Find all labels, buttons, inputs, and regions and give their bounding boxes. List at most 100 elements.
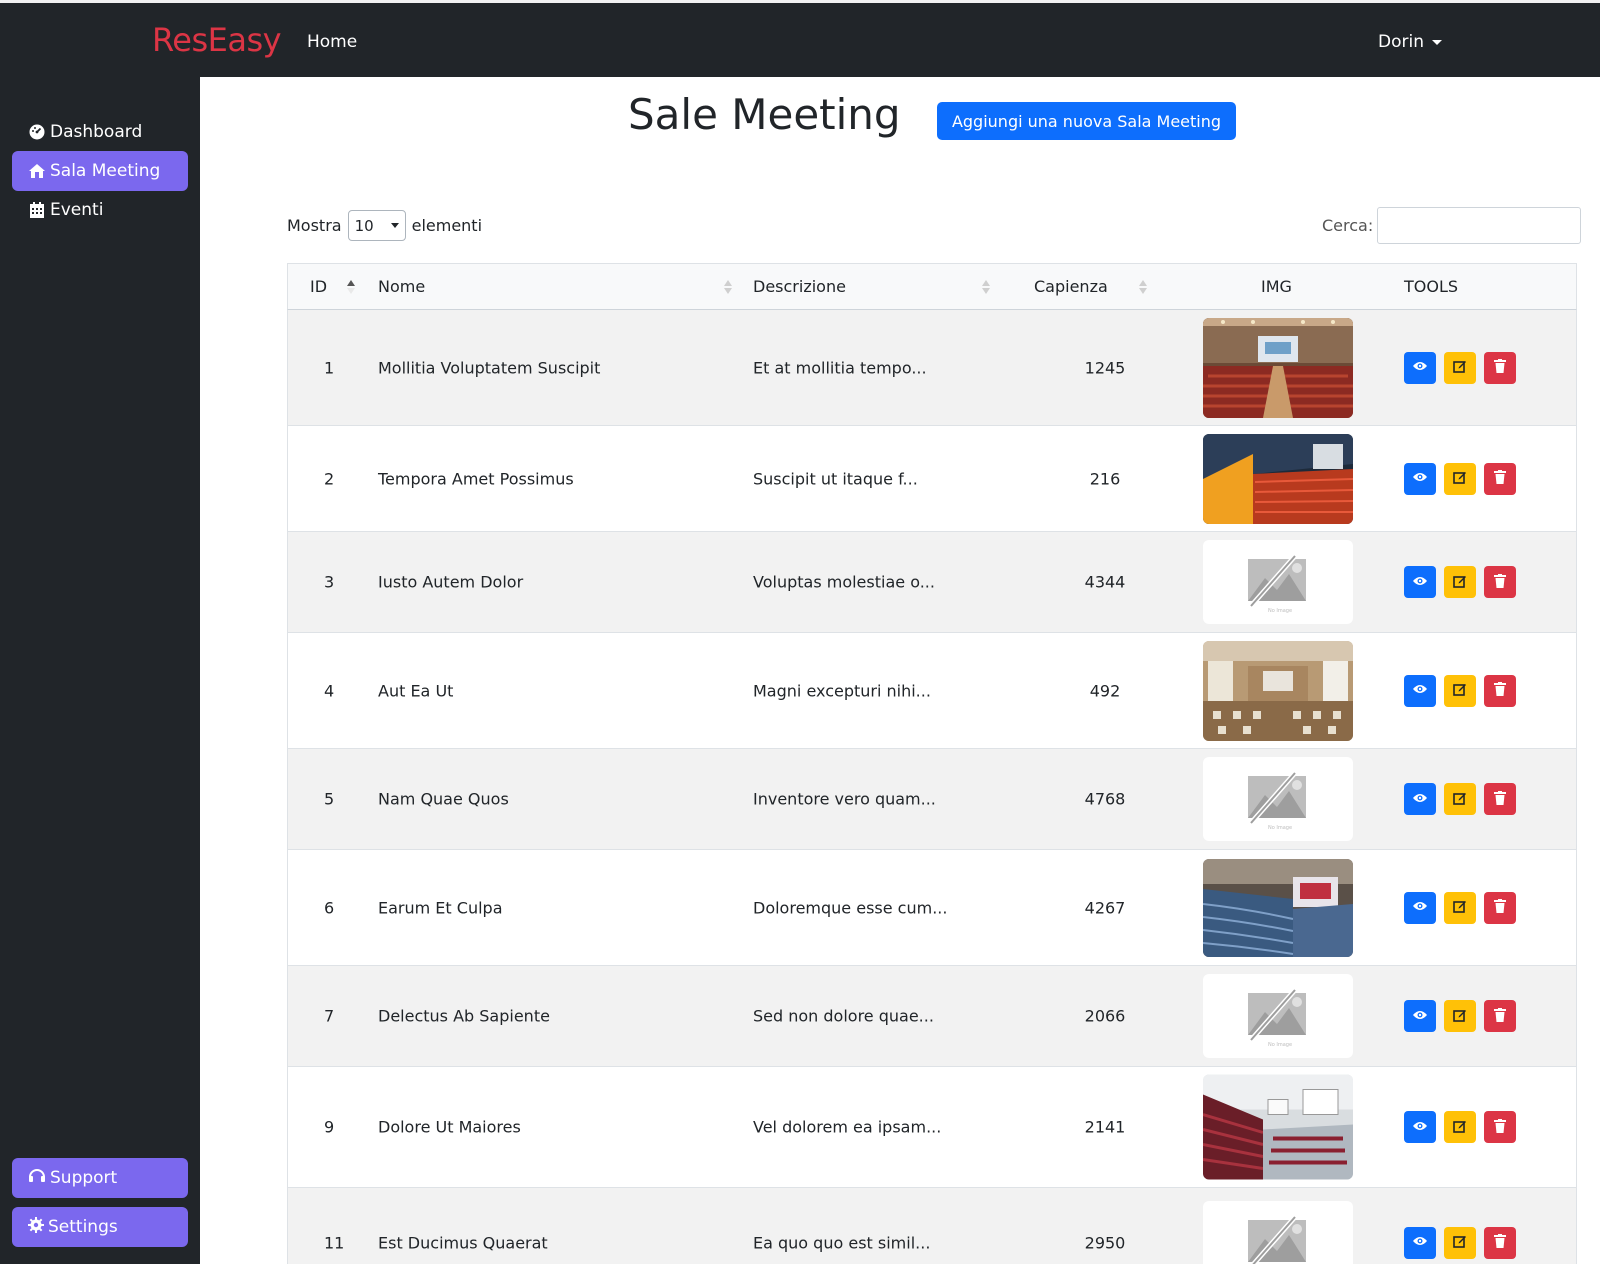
eye-icon: [1412, 575, 1428, 590]
table-row: 2 Tempora Amet Possimus Suscipit ut itaq…: [287, 426, 1577, 532]
cell-nome: Tempora Amet Possimus: [378, 469, 574, 488]
row-tools: [1404, 783, 1516, 815]
sort-asc-icon[interactable]: [347, 280, 355, 294]
table-row: 1 Mollitia Voluptatem Suscipit Et at mol…: [287, 310, 1577, 426]
eye-icon: [1412, 1120, 1428, 1135]
delete-button[interactable]: [1484, 1000, 1516, 1032]
sidebar: Dashboard Sala Meeting Eventi Support Se…: [0, 77, 200, 1264]
brand-logo[interactable]: ResEasy: [152, 21, 282, 59]
column-header-descrizione[interactable]: Descrizione: [753, 277, 846, 296]
view-button[interactable]: [1404, 462, 1436, 495]
view-button[interactable]: [1404, 891, 1436, 924]
sidebar-item-dashboard[interactable]: Dashboard: [12, 112, 188, 152]
delete-button[interactable]: [1484, 462, 1516, 495]
trash-icon: [1494, 899, 1506, 916]
edit-button[interactable]: [1444, 351, 1476, 384]
table-row: 4 Aut Ea Ut Magni excepturi nihi... 492: [287, 633, 1577, 749]
no-image-placeholder: No Image: [1203, 974, 1353, 1058]
room-thumbnail: [1203, 640, 1353, 741]
edit-button[interactable]: [1444, 783, 1476, 815]
edit-button[interactable]: [1444, 891, 1476, 924]
cell-descrizione: Ea quo quo est simil...: [753, 1233, 931, 1252]
edit-button[interactable]: [1444, 1000, 1476, 1032]
table-row: 7 Delectus Ab Sapiente Sed non dolore qu…: [287, 966, 1577, 1067]
support-button[interactable]: Support: [12, 1158, 188, 1198]
edit-icon: [1453, 682, 1467, 699]
table-header: ID Nome Descrizione Capienza IMG TOOLS: [287, 264, 1577, 310]
dashboard-icon: [28, 123, 46, 141]
edit-button[interactable]: [1444, 674, 1476, 707]
cell-nome: Iusto Autem Dolor: [378, 572, 524, 592]
add-sala-meeting-button[interactable]: Aggiungi una nuova Sala Meeting: [937, 102, 1236, 140]
trash-icon: [1494, 573, 1506, 591]
column-header-nome[interactable]: Nome: [378, 277, 425, 296]
column-header-capienza[interactable]: Capienza: [1034, 277, 1108, 296]
eye-icon: [1412, 360, 1428, 375]
delete-button[interactable]: [1484, 351, 1516, 384]
nav-home-link[interactable]: Home: [307, 32, 357, 52]
no-image-caption: No Image: [1268, 608, 1292, 614]
row-tools: [1404, 674, 1516, 707]
edit-button[interactable]: [1444, 1226, 1476, 1259]
edit-button[interactable]: [1444, 566, 1476, 598]
cell-id: 9: [324, 1117, 335, 1137]
column-header-id[interactable]: ID: [310, 277, 327, 296]
settings-button[interactable]: Settings: [12, 1207, 188, 1247]
view-button[interactable]: [1404, 1000, 1436, 1032]
delete-button[interactable]: [1484, 891, 1516, 924]
eye-icon: [1412, 900, 1428, 915]
sidebar-item-label: Eventi: [50, 200, 104, 220]
table-row: 6 Earum Et Culpa Doloremque esse cum... …: [287, 850, 1577, 966]
sort-icon[interactable]: [724, 280, 732, 294]
show-suffix: elementi: [411, 216, 483, 235]
row-tools: [1404, 351, 1516, 384]
edit-button[interactable]: [1444, 1111, 1476, 1143]
search-label: Cerca:: [1322, 216, 1374, 235]
no-image-caption: No Image: [1268, 1042, 1292, 1048]
show-prefix: Mostra: [287, 216, 342, 235]
cell-capienza: 4344: [1084, 572, 1126, 592]
cell-id: 1: [324, 358, 335, 377]
cell-id: 11: [324, 1233, 345, 1252]
view-button[interactable]: [1404, 674, 1436, 707]
cell-descrizione: Magni excepturi nihi...: [753, 681, 931, 700]
cell-nome: Delectus Ab Sapiente: [378, 1006, 550, 1026]
delete-button[interactable]: [1484, 566, 1516, 598]
edit-icon: [1453, 1119, 1467, 1136]
cell-nome: Earum Et Culpa: [378, 898, 503, 917]
no-image-placeholder: No Image: [1203, 1200, 1353, 1264]
sidebar-item-sala-meeting[interactable]: Sala Meeting: [12, 151, 188, 191]
calendar-icon: [28, 201, 46, 219]
user-dropdown[interactable]: Dorin: [1378, 32, 1442, 52]
cell-capienza: 1245: [1084, 358, 1126, 377]
view-button[interactable]: [1404, 566, 1436, 598]
no-image-placeholder: No Image: [1203, 540, 1353, 624]
search-input[interactable]: [1377, 207, 1582, 244]
table-search: Cerca:: [1322, 207, 1582, 244]
delete-button[interactable]: [1484, 1111, 1516, 1143]
navbar: ResEasy Home Dorin: [0, 3, 1600, 77]
edit-button[interactable]: [1444, 462, 1476, 495]
trash-icon: [1494, 1234, 1506, 1251]
view-button[interactable]: [1404, 783, 1436, 815]
row-tools: [1404, 1111, 1516, 1143]
row-tools: [1404, 1226, 1516, 1259]
view-button[interactable]: [1404, 351, 1436, 384]
sort-icon[interactable]: [982, 280, 990, 294]
delete-button[interactable]: [1484, 783, 1516, 815]
sidebar-item-eventi[interactable]: Eventi: [12, 190, 188, 230]
row-tools: [1404, 566, 1516, 598]
eye-icon: [1412, 1009, 1428, 1024]
sort-icon[interactable]: [1139, 280, 1147, 294]
cell-capienza: 4768: [1084, 789, 1126, 809]
cell-capienza: 2950: [1084, 1233, 1126, 1252]
view-button[interactable]: [1404, 1111, 1436, 1143]
delete-button[interactable]: [1484, 674, 1516, 707]
page-length-select[interactable]: 10: [347, 210, 406, 241]
table-row: 3 Iusto Autem Dolor Voluptas molestiae o…: [287, 532, 1577, 633]
eye-icon: [1412, 792, 1428, 807]
view-button[interactable]: [1404, 1226, 1436, 1259]
eye-icon: [1412, 1235, 1428, 1250]
home-icon: [28, 162, 46, 180]
delete-button[interactable]: [1484, 1226, 1516, 1259]
